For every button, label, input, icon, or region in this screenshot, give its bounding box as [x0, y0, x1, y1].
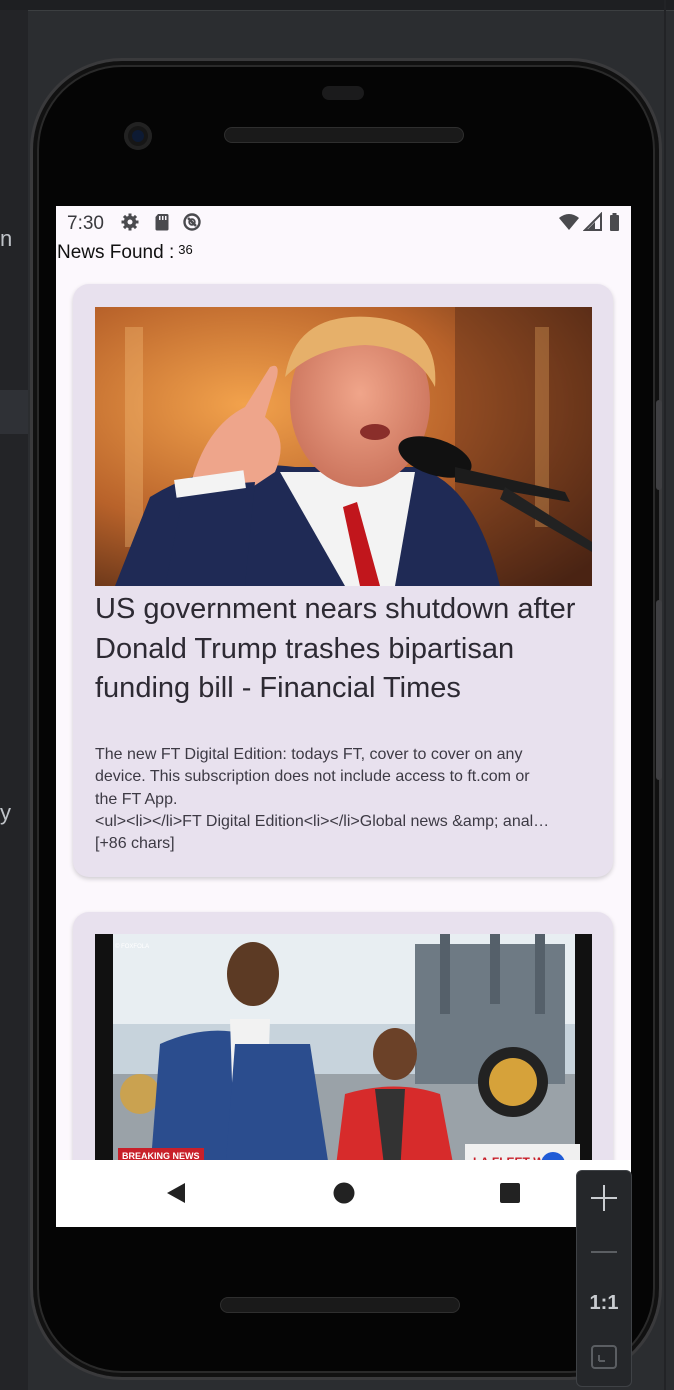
news-card[interactable]: US government nears shutdown after Donal… — [73, 284, 613, 877]
cellular-icon — [583, 212, 602, 231]
status-time: 7:30 — [67, 213, 104, 234]
news-description-line: the FT App. — [95, 790, 178, 808]
news-description-line: The new FT Digital Edition: todays FT, c… — [95, 746, 523, 763]
news-count-value: 36 — [178, 242, 193, 257]
status-bar: 7:30 — [56, 206, 631, 240]
news-description-line: <ul><li></li>FT Digital Edition<li></li>… — [95, 812, 550, 830]
ide-left-selected-row[interactable] — [0, 390, 28, 434]
phone-sensor — [322, 86, 364, 100]
app-screen: 7:30 News Found: 36 US government nears… — [56, 206, 631, 1227]
gear-icon — [121, 213, 139, 231]
news-image — [95, 307, 592, 586]
image-watermark: © FOXFOLA — [115, 943, 149, 950]
news-image: BREAKING NEWS © FOXFOLA LA FLEET W — [95, 934, 592, 1174]
news-description-line: [+86 chars] — [95, 835, 175, 853]
ide-left-letter: y — [0, 800, 11, 825]
ide-divider — [664, 0, 666, 1390]
phone-speaker-bottom — [220, 1297, 460, 1313]
zoom-reset-button[interactable]: 1:1 — [577, 1292, 631, 1315]
news-title[interactable]: US government nears shutdown after Donal… — [95, 590, 595, 709]
recents-icon[interactable] — [498, 1181, 522, 1205]
news-count-header: News Found :36 — [57, 242, 193, 264]
wifi-icon — [559, 214, 579, 230]
news-description-line: device. This subscription does not inclu… — [95, 768, 530, 786]
front-camera — [124, 122, 152, 150]
zoom-in-icon[interactable] — [589, 1183, 619, 1213]
home-icon[interactable] — [332, 1181, 356, 1205]
sd-card-icon — [155, 214, 169, 231]
zoom-out-icon[interactable] — [591, 1251, 617, 1253]
navigation-bar — [56, 1160, 631, 1227]
news-found-label: News Found : — [57, 242, 175, 263]
ide-top-bar — [0, 0, 674, 11]
data-saver-icon — [183, 213, 201, 231]
ide-left-letter: n — [0, 226, 13, 251]
news-description: The new FT Digital Edition: todays FT, c… — [95, 744, 595, 855]
zoom-fit-icon[interactable] — [591, 1345, 617, 1369]
zoom-controls: 1:1 — [576, 1170, 632, 1387]
phone-speaker-top — [224, 127, 464, 143]
phone-power-button — [656, 400, 662, 490]
ide-left-panel — [0, 10, 28, 1390]
battery-icon — [610, 213, 619, 231]
phone-volume-button — [656, 600, 662, 780]
back-icon[interactable] — [164, 1181, 188, 1205]
